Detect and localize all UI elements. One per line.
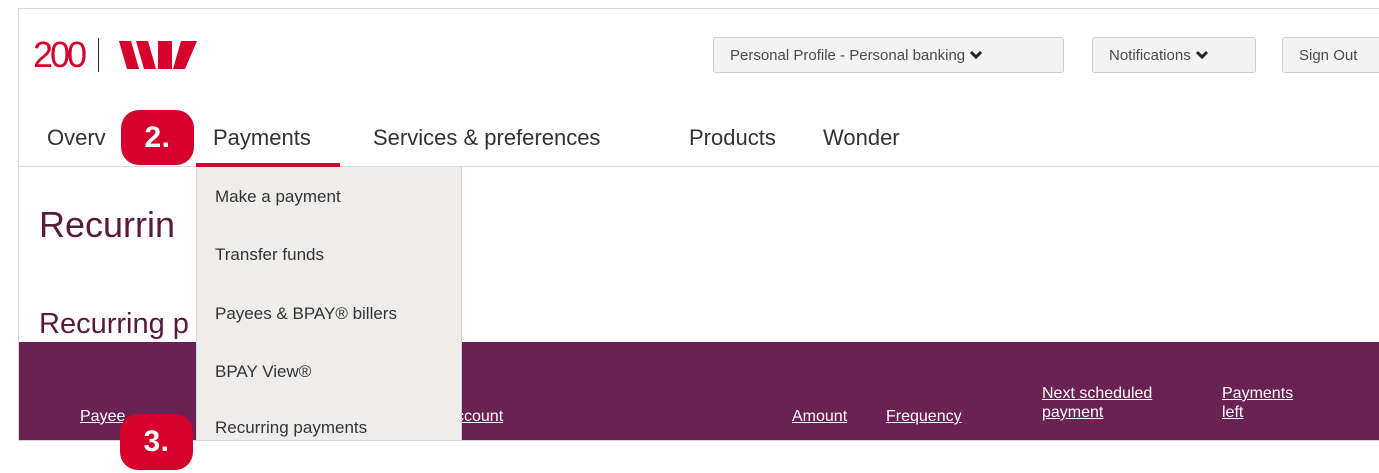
main-nav: Overv Payments Services & preferences Pr… xyxy=(19,115,1379,167)
profile-button-label: Personal Profile - Personal banking xyxy=(730,46,966,64)
column-header-account[interactable]: ccount xyxy=(456,407,503,426)
column-header-next-scheduled-payment[interactable]: Next scheduled payment xyxy=(1042,384,1182,422)
profile-dropdown-button[interactable]: Personal Profile - Personal banking xyxy=(713,37,1064,73)
notifications-button-label: Notifications xyxy=(1109,46,1191,64)
nav-item-wonder[interactable]: Wonder xyxy=(823,125,900,151)
page-title: Recurrin xyxy=(39,204,176,245)
sign-out-label: Sign Out xyxy=(1299,46,1358,64)
nav-item-services-preferences[interactable]: Services & preferences xyxy=(373,125,600,151)
menu-item-transfer-funds[interactable]: Transfer funds xyxy=(215,245,324,265)
nav-item-payments[interactable]: Payments xyxy=(213,125,311,151)
menu-item-make-a-payment[interactable]: Make a payment xyxy=(215,187,341,207)
menu-item-bpay-view[interactable]: BPAY View® xyxy=(215,362,311,382)
column-header-amount[interactable]: Amount xyxy=(792,407,847,426)
menu-item-recurring-payments[interactable]: Recurring payments xyxy=(215,418,367,438)
column-header-payee[interactable]: Payee xyxy=(80,407,125,426)
sign-out-button[interactable]: Sign Out xyxy=(1282,37,1379,73)
menu-item-payees-bpay-billers[interactable]: Payees & BPAY® billers xyxy=(215,304,397,324)
section-title: Recurring p xyxy=(39,308,189,340)
app-window: 200 Personal Profile - Personal banking … xyxy=(18,8,1379,441)
bank-logo[interactable]: 200 xyxy=(33,34,198,75)
nav-item-products[interactable]: Products xyxy=(689,125,776,151)
logo-200-text: 200 xyxy=(33,34,87,75)
column-header-payments-left[interactable]: Payments left xyxy=(1222,384,1302,422)
chevron-down-icon xyxy=(1195,50,1208,60)
column-header-frequency[interactable]: Frequency xyxy=(886,407,962,426)
payments-dropdown-menu: Make a payment Transfer funds Payees & B… xyxy=(196,167,462,440)
westpac-w-logo-icon xyxy=(119,41,198,69)
step-3-badge: 3. xyxy=(120,414,193,470)
step-2-badge: 2. xyxy=(121,110,194,165)
notifications-dropdown-button[interactable]: Notifications xyxy=(1092,37,1256,73)
logo-divider xyxy=(98,38,100,72)
nav-item-overview[interactable]: Overv xyxy=(47,125,106,151)
chevron-down-icon xyxy=(970,50,983,60)
